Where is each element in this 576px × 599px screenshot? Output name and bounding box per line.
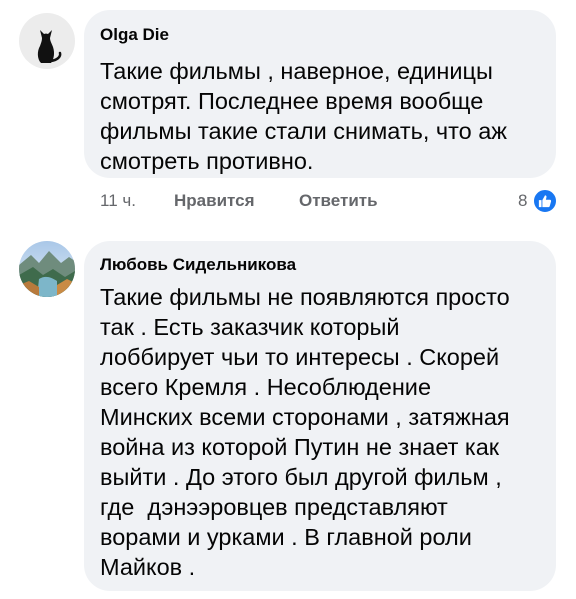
comment-author[interactable]: Любовь Сидельникова	[100, 254, 296, 276]
comment-text: Такие фильмы не появляются просто так . …	[100, 284, 510, 580]
comment-bubble: Olga Die Такие фильмы , наверное, единиц…	[84, 10, 556, 178]
landscape-photo-icon	[19, 241, 75, 297]
like-thumb-icon	[532, 188, 559, 214]
comment-author[interactable]: Olga Die	[100, 24, 169, 46]
like-button[interactable]: Нравится	[174, 190, 255, 212]
reply-button[interactable]: Ответить	[299, 190, 378, 212]
avatar[interactable]	[19, 13, 75, 69]
comment-timestamp[interactable]: 11 ч.	[100, 190, 136, 212]
avatar[interactable]	[19, 241, 75, 297]
reaction-count: 8	[518, 191, 528, 210]
comment-bubble: Любовь Сидельникова Такие фильмы не появ…	[84, 241, 556, 591]
reaction-summary[interactable]: 8	[518, 188, 559, 214]
comment-text: Такие фильмы , наверное, единицы смотрят…	[100, 58, 508, 174]
black-cat-icon	[19, 13, 75, 69]
